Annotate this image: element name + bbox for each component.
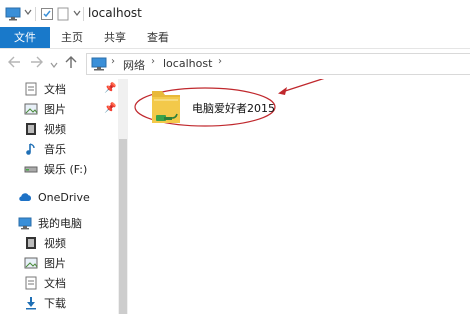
sidebar-item-label: 文档 <box>44 83 66 96</box>
sidebar-item-this-pc[interactable]: 我的电脑 <box>18 213 82 233</box>
navigation-bar: › 网络 › localhost › <box>0 49 470 79</box>
sidebar-item-onedrive[interactable]: OneDrive <box>18 187 90 207</box>
computer-icon <box>18 216 32 230</box>
new-folder-icon[interactable] <box>57 7 69 21</box>
pictures-icon <box>24 256 38 270</box>
cloud-icon <box>18 190 32 204</box>
drive-icon <box>24 162 38 176</box>
sidebar-item-videos[interactable]: 视频 <box>24 119 66 139</box>
sidebar-item-label: 视频 <box>44 123 66 136</box>
sidebar-item-label: 视频 <box>44 237 66 250</box>
sidebar-item-drive-f[interactable]: 娱乐 (F:) <box>24 159 87 179</box>
sidebar-item-pc-documents[interactable]: 文档 <box>24 273 66 293</box>
address-bar[interactable]: › 网络 › localhost › <box>86 53 470 75</box>
window-title: localhost <box>88 6 142 20</box>
sidebar-item-pc-downloads[interactable]: 下载 <box>24 293 66 313</box>
sidebar-item-pc-pictures[interactable]: 图片 <box>24 253 66 273</box>
separator <box>35 7 36 21</box>
folder-name[interactable]: 电脑爱好者2015 <box>192 100 275 116</box>
breadcrumb-chevron-icon[interactable]: › <box>111 56 115 67</box>
sidebar-item-pictures[interactable]: 图片 <box>24 99 66 119</box>
tab-home[interactable]: 主页 <box>55 27 89 48</box>
customize-quick-access-icon[interactable] <box>73 9 81 17</box>
tab-share[interactable]: 共享 <box>98 27 132 48</box>
sidebar-item-label: 娱乐 (F:) <box>44 163 88 176</box>
tab-file[interactable]: 文件 <box>0 27 50 48</box>
sidebar-item-label: 音乐 <box>44 143 66 156</box>
properties-icon[interactable] <box>40 7 54 21</box>
sidebar-item-pc-videos[interactable]: 视频 <box>24 233 66 253</box>
documents-icon <box>24 82 38 96</box>
navigation-pane: 文档 📌 图片 📌 视频 音乐 娱乐 (F:) OneDrive 我的电脑 视频… <box>0 79 118 314</box>
sidebar-item-label: 我的电脑 <box>38 217 82 230</box>
sidebar-item-label: 图片 <box>44 257 66 270</box>
up-arrow-icon[interactable] <box>65 56 77 73</box>
breadcrumb-localhost[interactable]: localhost <box>163 57 212 70</box>
sidebar-item-label: OneDrive <box>38 190 90 204</box>
shared-folder-item[interactable] <box>146 87 186 135</box>
pictures-icon <box>24 102 38 116</box>
breadcrumb-chevron-icon[interactable]: › <box>151 56 155 67</box>
back-arrow-icon[interactable] <box>8 56 21 72</box>
separator <box>83 7 84 21</box>
music-icon <box>24 142 38 156</box>
explorer-window: localhost 文件 主页 共享 查看 › 网络 › localhost ›… <box>0 0 470 314</box>
shared-folder-icon <box>152 91 180 123</box>
computer-icon[interactable] <box>5 7 21 21</box>
videos-icon <box>24 236 38 250</box>
tab-view[interactable]: 查看 <box>141 27 175 48</box>
videos-icon <box>24 122 38 136</box>
pin-icon[interactable]: 📌 <box>104 83 116 94</box>
sidebar-item-label: 下载 <box>44 297 66 310</box>
pin-icon[interactable]: 📌 <box>104 103 116 114</box>
recent-locations-icon[interactable] <box>50 59 58 73</box>
download-icon <box>24 296 38 310</box>
forward-arrow-icon[interactable] <box>30 56 43 72</box>
breadcrumb-chevron-icon[interactable]: › <box>218 56 222 67</box>
file-list-pane: 电脑爱好者2015 <box>128 79 470 314</box>
sidebar-item-label: 文档 <box>44 277 66 290</box>
ribbon-tabs: 文件 主页 共享 查看 <box>0 27 470 49</box>
title-bar: localhost <box>0 0 470 28</box>
sidebar-item-label: 图片 <box>44 103 66 116</box>
sidebar-item-music[interactable]: 音乐 <box>24 139 66 159</box>
breadcrumb-network[interactable]: 网络 <box>123 57 145 73</box>
scrollbar-thumb[interactable] <box>119 139 127 314</box>
sidebar-item-documents[interactable]: 文档 <box>24 79 66 99</box>
sidebar-scrollbar[interactable] <box>118 79 128 314</box>
network-icon <box>91 57 107 71</box>
documents-icon <box>24 276 38 290</box>
chevron-down-icon[interactable] <box>24 8 32 16</box>
